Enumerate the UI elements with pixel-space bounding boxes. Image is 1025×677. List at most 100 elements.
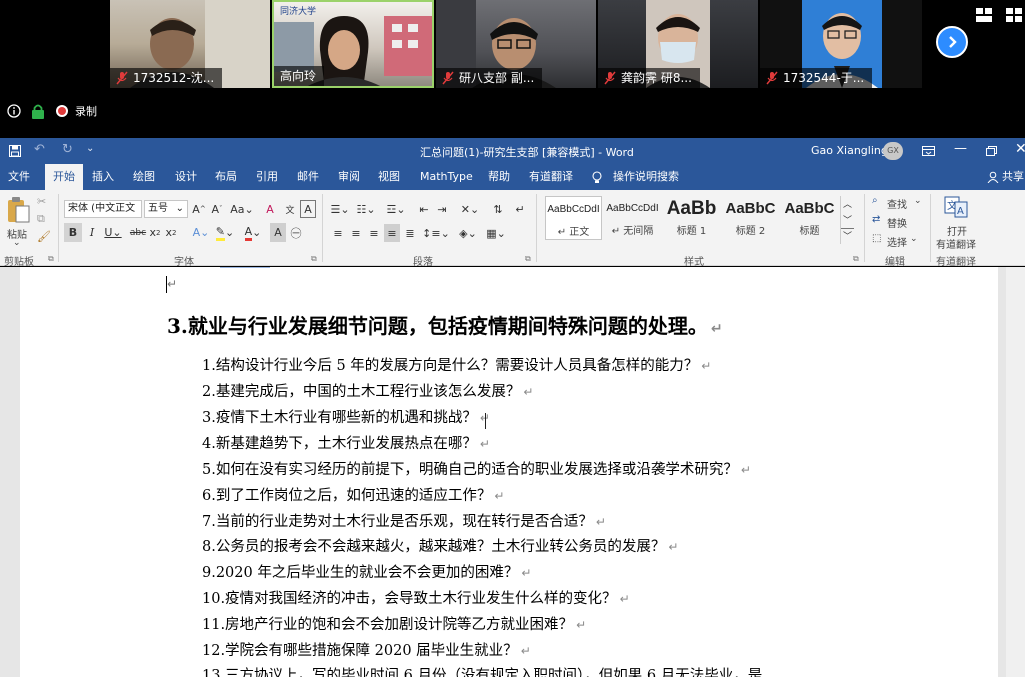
tab-layout[interactable]: 布局 (215, 164, 237, 190)
enclose-characters-icon[interactable]: ㊀ (288, 223, 304, 242)
question-line: 1.结构设计行业今后 5 年的发展方向是什么？需要设计人员具备怎样的能力？ ↵ (202, 354, 711, 375)
participant-tile-1[interactable]: 1732512-沈... (110, 0, 270, 88)
text-effects-icon[interactable]: A⌄ (190, 223, 212, 242)
font-launcher-icon[interactable]: ⧉ (311, 254, 317, 264)
numbering-icon[interactable]: ☷⌄ (356, 200, 376, 218)
font-color-icon[interactable]: A ⌄ (242, 223, 264, 242)
style-normal[interactable]: AaBbCcDdI ↵ 正文 (545, 196, 602, 240)
align-left-icon[interactable]: ≡ (330, 224, 346, 242)
show-hide-marks-icon[interactable]: ↵ (512, 200, 528, 218)
align-center-icon[interactable]: ≡ (348, 224, 364, 242)
svg-text:A: A (957, 206, 964, 217)
tab-references[interactable]: 引用 (256, 164, 278, 190)
copy-icon[interactable]: ⧉ (37, 212, 45, 226)
align-right-icon[interactable]: ≡ (366, 224, 382, 242)
format-painter-icon[interactable]: 🖌 (37, 230, 51, 243)
underline-button[interactable]: U⌄ (102, 223, 124, 242)
tab-help[interactable]: 帮助 (488, 164, 510, 190)
chevron-down-icon[interactable]: ⌄ (910, 234, 918, 244)
participant-tile-5[interactable]: 1732544-于... (760, 0, 922, 88)
style-heading-1[interactable]: AaBb 标题 1 (663, 196, 720, 240)
borders-icon[interactable]: ▦⌄ (484, 224, 508, 242)
tab-design[interactable]: 设计 (175, 164, 197, 190)
participant-name: 龚韵霁 研8... (621, 71, 692, 85)
tab-youdao[interactable]: 有道翻译 (529, 164, 573, 190)
recording-indicator[interactable]: 录制 (55, 103, 97, 119)
close-icon[interactable]: ✕ (1015, 141, 1025, 157)
increase-indent-icon[interactable]: ⇥ (434, 200, 450, 218)
highlight-color-icon[interactable]: ✎ ⌄ (214, 223, 236, 242)
clipboard-launcher-icon[interactable]: ⧉ (48, 254, 54, 264)
cut-icon[interactable]: ✂ (37, 195, 46, 208)
minimize-icon[interactable]: — (954, 141, 967, 156)
style-heading-2[interactable]: AaBbC 标题 2 (722, 196, 779, 240)
subscript-button[interactable]: x2 (148, 223, 162, 242)
vertical-scrollbar[interactable] (1006, 267, 1025, 677)
replace-button[interactable]: 替换 (887, 215, 907, 230)
sort-icon[interactable]: ⇅ (490, 200, 506, 218)
share-button[interactable]: 共享 (1002, 164, 1024, 190)
superscript-button[interactable]: x2 (164, 223, 178, 242)
chevron-down-icon[interactable]: ⌄ (914, 196, 922, 206)
select-button[interactable]: 选择 (887, 234, 907, 249)
strikethrough-button[interactable]: abc (130, 223, 146, 242)
clear-formatting-icon[interactable]: A (262, 200, 278, 218)
styles-launcher-icon[interactable]: ⧉ (853, 254, 859, 264)
tab-mailings[interactable]: 邮件 (297, 164, 319, 190)
view-switch-icon[interactable] (976, 8, 992, 22)
change-case-icon[interactable]: Aa⌄ (230, 200, 253, 218)
find-button[interactable]: 查找 (887, 196, 907, 211)
character-border-icon[interactable]: A (300, 200, 316, 218)
paste-icon[interactable] (6, 196, 30, 224)
decrease-indent-icon[interactable]: ⇤ (416, 200, 432, 218)
tab-file[interactable]: 文件 (8, 164, 30, 190)
italic-button[interactable]: I (84, 223, 100, 242)
participant-tile-2-active-speaker[interactable]: 同济大学 高向玲 (272, 0, 434, 88)
justify-icon[interactable]: ≡ (384, 224, 400, 242)
user-avatar[interactable]: GX (883, 142, 903, 160)
paragraph-launcher-icon[interactable]: ⧉ (525, 254, 531, 264)
chinese-layout-icon[interactable]: ✕⌄ (458, 200, 482, 218)
tab-insert[interactable]: 插入 (92, 164, 114, 190)
tab-review[interactable]: 审阅 (338, 164, 360, 190)
youdao-translate-icon[interactable]: 文A (944, 196, 968, 218)
distributed-icon[interactable]: ≣ (402, 224, 418, 242)
style-no-spacing[interactable]: AaBbCcDdI ↵ 无间隔 (604, 196, 661, 240)
tell-me-search[interactable]: 操作说明搜索 (613, 164, 679, 190)
gallery-view-icon[interactable] (1006, 8, 1022, 22)
save-icon[interactable] (9, 145, 21, 157)
tab-view[interactable]: 视图 (378, 164, 400, 190)
customize-quick-access-icon[interactable]: ⌄ (86, 143, 94, 154)
info-icon[interactable] (7, 104, 21, 118)
style-title[interactable]: AaBbC 标题 (781, 196, 838, 240)
document-page[interactable]: ↵ 3.就业与行业发展细节问题，包括疫情期间特殊问题的处理。 ↵ 1.结构设计行业… (20, 267, 998, 677)
restore-icon[interactable] (986, 146, 997, 156)
font-name-dropdown[interactable]: 宋体 (中文正文 (64, 200, 142, 218)
character-shading-icon[interactable]: A (270, 223, 286, 242)
phonetic-guide-icon[interactable]: 文 (282, 200, 298, 218)
participant-tile-4[interactable]: 龚韵霁 研8... (598, 0, 758, 88)
font-size-dropdown[interactable]: 五号 ⌄ (144, 200, 188, 218)
lock-icon[interactable] (31, 103, 45, 119)
next-page-button[interactable] (936, 26, 968, 58)
tab-mathtype[interactable]: MathType (420, 164, 473, 190)
youdao-name-label[interactable]: 有道翻译 (936, 236, 976, 251)
multilevel-list-icon[interactable]: ☲⌄ (384, 200, 408, 218)
styles-up-icon[interactable]: ︿ (841, 196, 854, 210)
ribbon-display-options-icon[interactable] (922, 146, 935, 156)
undo-icon[interactable]: ↶ (34, 142, 45, 157)
grow-font-icon[interactable]: A ^ (192, 200, 206, 218)
tab-draw[interactable]: 绘图 (133, 164, 155, 190)
shrink-font-icon[interactable]: Aˇ (210, 200, 224, 218)
participant-tile-3[interactable]: 研八支部 副... (436, 0, 596, 88)
bold-button[interactable]: B (64, 223, 82, 242)
user-name[interactable]: Gao Xiangling (811, 144, 888, 157)
shading-icon[interactable]: ◈⌄ (456, 224, 480, 242)
tab-home[interactable]: 开始 (45, 164, 83, 190)
bullets-icon[interactable]: ☰⌄ (330, 200, 350, 218)
styles-down-icon[interactable]: ﹀ (841, 212, 854, 226)
redo-icon[interactable]: ↻ (62, 142, 73, 157)
line-spacing-icon[interactable]: ↕≡⌄ (422, 224, 450, 242)
styles-more-icon[interactable]: ﹀ (841, 228, 854, 242)
paste-dropdown-icon[interactable]: ⌄ (13, 238, 21, 248)
